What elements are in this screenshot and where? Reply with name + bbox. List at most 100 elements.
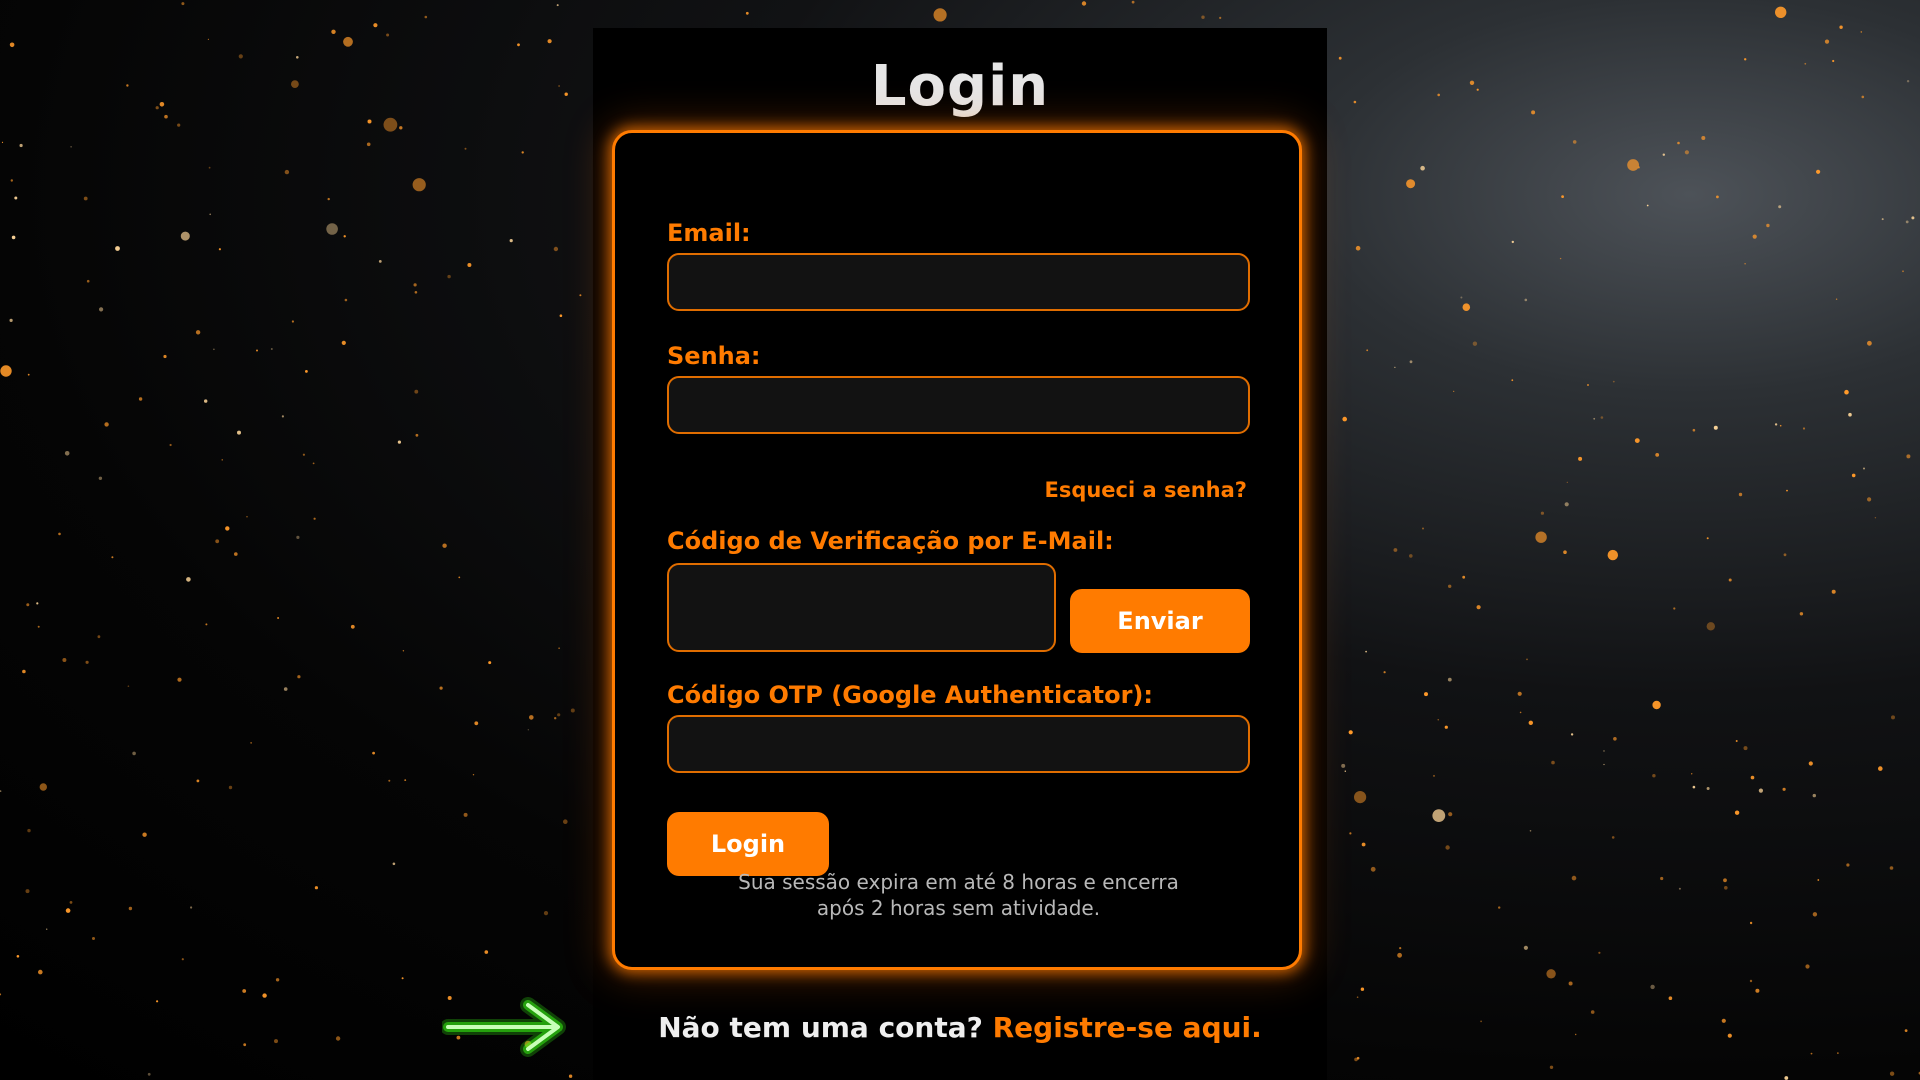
email-code-field[interactable]	[667, 563, 1056, 652]
star-dot	[412, 178, 426, 192]
star-dot	[397, 440, 401, 444]
star-dot	[1409, 360, 1413, 364]
star-dot	[270, 348, 273, 350]
star-dot	[237, 430, 241, 435]
star-dot	[1752, 234, 1757, 239]
star-dot	[1437, 93, 1440, 97]
star-dot	[1394, 366, 1396, 368]
star-dot	[1511, 240, 1515, 244]
star-dot	[1561, 195, 1564, 199]
star-dot	[209, 213, 211, 216]
star-dot	[1447, 677, 1452, 682]
star-dot	[155, 106, 159, 110]
star-dot	[1528, 720, 1534, 725]
login-button[interactable]: Login	[667, 812, 829, 876]
star-dot	[1650, 984, 1655, 990]
star-dot	[10, 179, 13, 182]
star-dot	[1784, 1076, 1789, 1080]
star-dot	[367, 119, 372, 124]
star-dot	[1889, 866, 1894, 870]
star-dot	[1684, 150, 1689, 155]
send-code-button[interactable]: Enviar	[1070, 589, 1250, 653]
star-dot	[1881, 218, 1884, 221]
signup-prompt-text: Não tem uma conta?	[658, 1011, 983, 1044]
star-dot	[1607, 549, 1619, 561]
star-dot	[326, 223, 338, 235]
star-dot	[344, 298, 348, 302]
password-field[interactable]	[667, 376, 1250, 434]
star-dot	[933, 8, 947, 22]
star-dot	[1523, 945, 1528, 950]
star-dot	[1652, 774, 1656, 778]
star-dot	[296, 56, 299, 59]
login-form: Email: Senha: Esqueci a senha? Código de…	[612, 130, 1302, 970]
star-dot	[1706, 537, 1709, 540]
star-dot	[1810, 1052, 1813, 1055]
star-dot	[1735, 740, 1738, 742]
star-dot	[1356, 1056, 1360, 1060]
star-dot	[1476, 88, 1479, 91]
star-dot	[1587, 384, 1589, 386]
star-dot	[234, 552, 238, 556]
star-dot	[9, 318, 13, 322]
star-dot	[1437, 719, 1439, 721]
star-dot	[39, 783, 47, 791]
star-dot	[1551, 760, 1555, 765]
star-dot	[1691, 773, 1693, 775]
star-dot	[1646, 204, 1649, 207]
star-dot	[126, 84, 129, 87]
star-dot	[472, 774, 475, 776]
star-dot	[1433, 774, 1435, 777]
star-dot	[70, 146, 72, 148]
star-dot	[221, 459, 223, 461]
star-dot	[1535, 531, 1547, 543]
otp-field[interactable]	[667, 715, 1250, 773]
star-dot	[414, 389, 419, 394]
star-dot	[1131, 0, 1135, 4]
star-dot	[297, 675, 301, 679]
star-dot	[16, 955, 20, 958]
star-dot	[458, 576, 461, 579]
star-dot	[1393, 548, 1398, 552]
star-dot	[1660, 876, 1664, 881]
star-dot	[9, 42, 15, 48]
star-dot	[1902, 270, 1904, 273]
star-dot	[205, 623, 208, 626]
star-dot	[1406, 179, 1416, 189]
star-dot	[1540, 511, 1544, 515]
star-dot	[399, 126, 403, 130]
star-dot	[568, 1074, 573, 1078]
star-dot	[527, 729, 529, 731]
star-dot	[1593, 417, 1596, 420]
star-dot	[1750, 775, 1755, 780]
star-dot	[1448, 584, 1452, 588]
star-dot	[19, 143, 23, 148]
star-dot	[181, 2, 185, 6]
email-field[interactable]	[667, 253, 1250, 311]
star-dot	[1383, 671, 1386, 674]
star-dot	[1860, 31, 1863, 33]
star-dot	[127, 685, 130, 687]
star-dot	[1462, 575, 1466, 579]
star-dot	[1409, 554, 1413, 558]
star-dot	[1445, 845, 1450, 850]
star-dot	[1911, 216, 1915, 220]
session-note-line-2: após 2 horas sem atividade.	[816, 896, 1101, 920]
star-dot	[186, 577, 191, 582]
star-dot	[38, 969, 43, 975]
star-dot	[208, 166, 211, 169]
forgot-password-link[interactable]: Esqueci a senha?	[1044, 476, 1247, 504]
star-dot	[1529, 830, 1532, 832]
star-dot	[190, 906, 193, 909]
star-dot	[296, 535, 300, 540]
star-dot	[0, 790, 2, 792]
star-dot	[1749, 979, 1753, 983]
star-dot	[1338, 56, 1342, 60]
star-dot	[1460, 296, 1463, 299]
star-dot	[204, 399, 208, 403]
star-dot	[1603, 750, 1605, 752]
star-dot	[1476, 605, 1481, 610]
register-link[interactable]: Registre-se aqui.	[993, 1011, 1262, 1044]
star-dot	[314, 886, 318, 890]
star-dot	[1517, 691, 1522, 696]
